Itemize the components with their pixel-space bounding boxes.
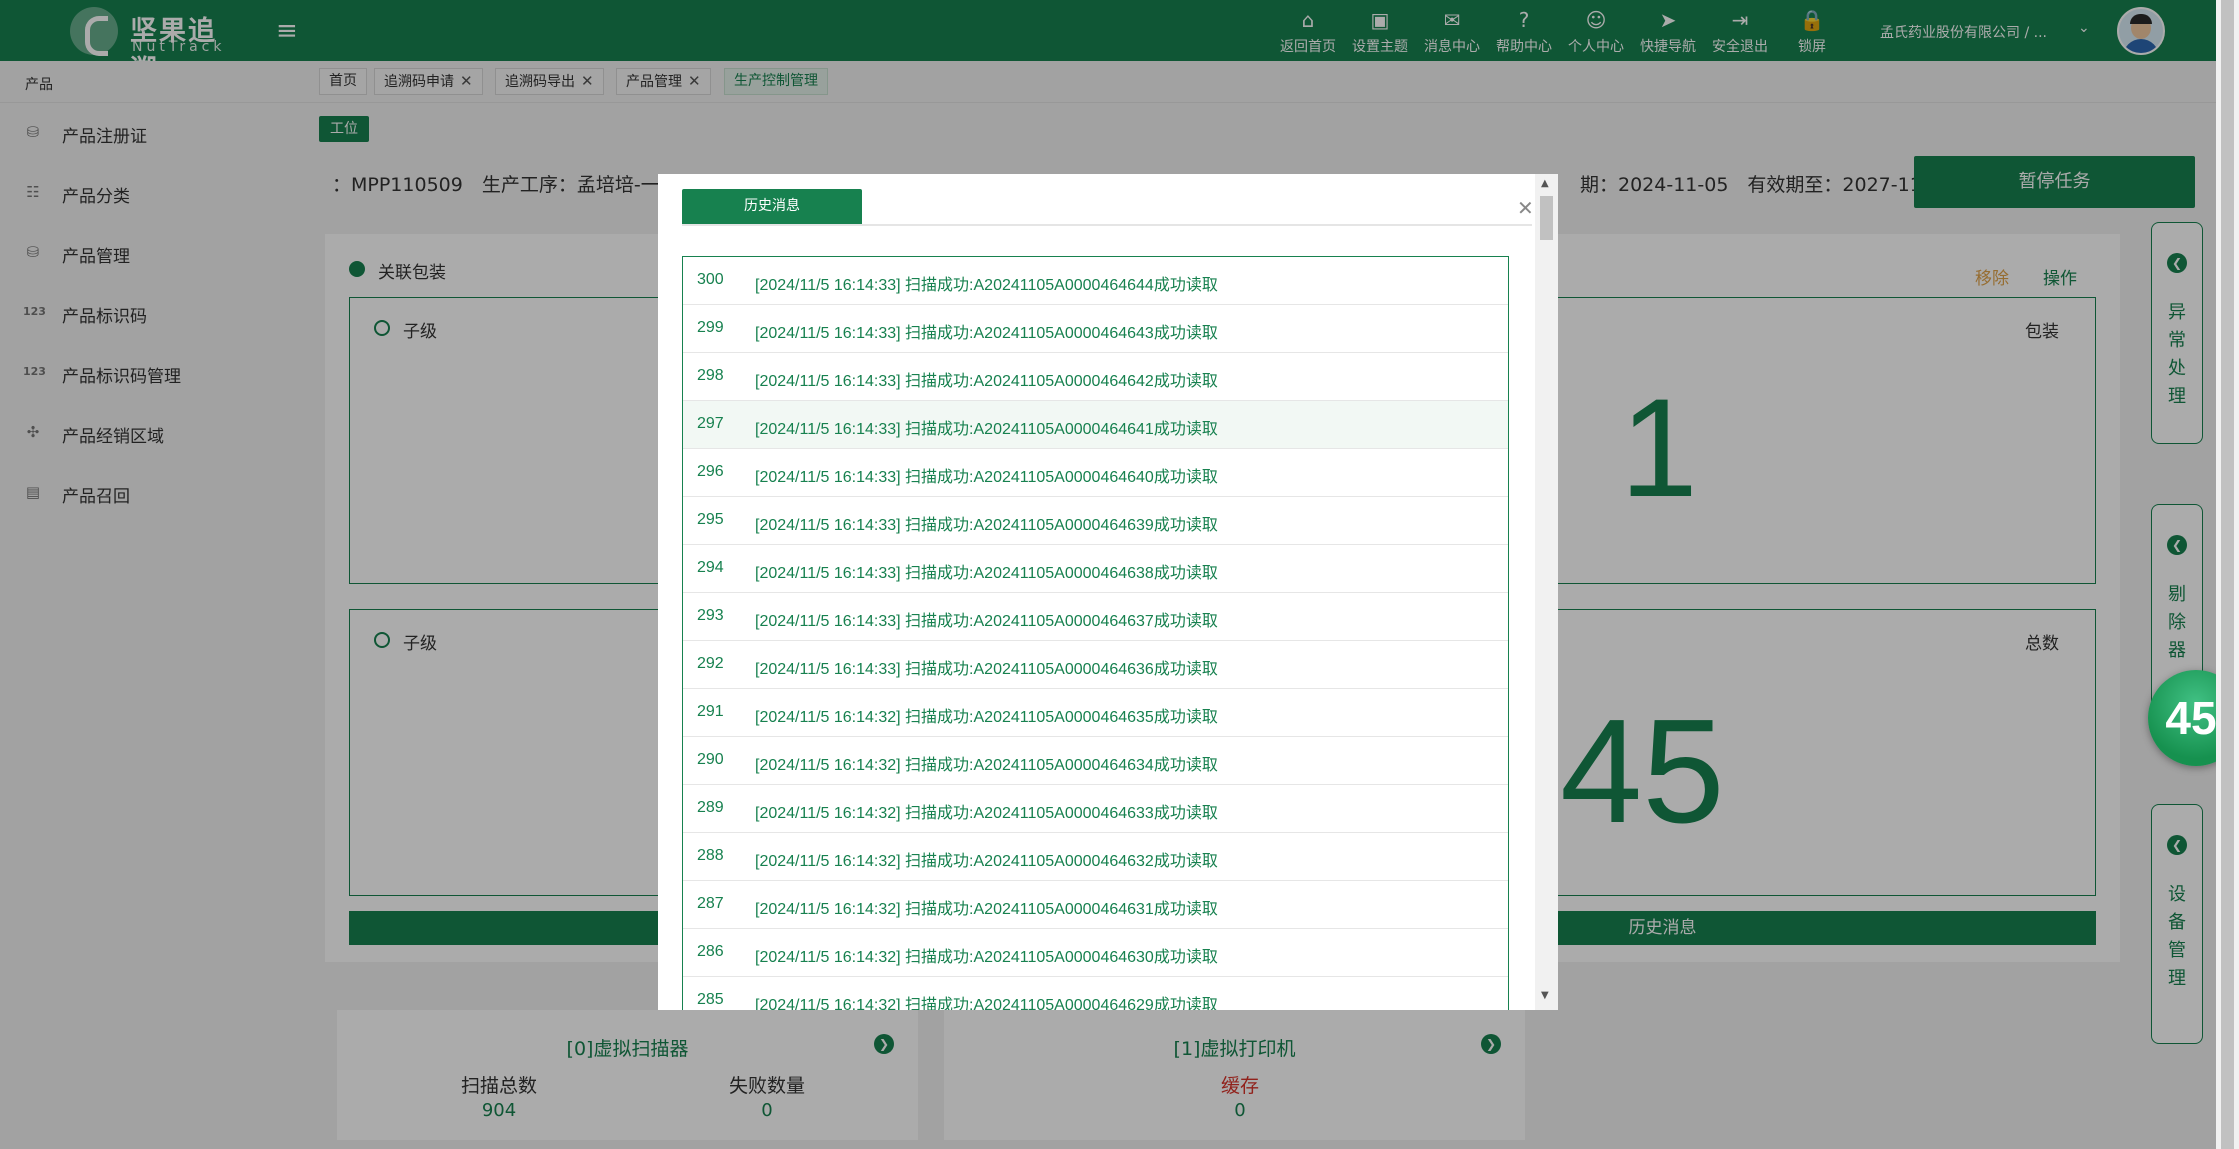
list-item: 298 [2024/11/5 16:14:33] 扫描成功:A20241105A0… [683,353,1508,401]
row-message: [2024/11/5 16:14:32] 扫描成功:A20241105A0000… [755,901,1218,918]
row-message: [2024/11/5 16:14:33] 扫描成功:A20241105A0000… [755,613,1218,630]
tab-history-message[interactable]: 历史消息 [682,189,862,224]
row-number: 298 [697,367,724,384]
scroll-down-icon[interactable]: ▼ [1541,990,1549,1001]
row-number: 291 [697,703,724,720]
list-item: 295 [2024/11/5 16:14:33] 扫描成功:A20241105A0… [683,497,1508,545]
history-message-dialog: 历史消息 ✕ 300 [2024/11/5 16:14:33] 扫描成功:A202… [658,174,1558,1010]
list-item: 293 [2024/11/5 16:14:33] 扫描成功:A20241105A0… [683,593,1508,641]
row-message: [2024/11/5 16:14:33] 扫描成功:A20241105A0000… [755,517,1218,534]
scroll-up-icon[interactable]: ▲ [1541,178,1549,189]
list-item: 292 [2024/11/5 16:14:33] 扫描成功:A20241105A0… [683,641,1508,689]
row-number: 288 [697,847,724,864]
history-message-list: 300 [2024/11/5 16:14:33] 扫描成功:A20241105A0… [682,256,1509,1010]
list-item: 288 [2024/11/5 16:14:32] 扫描成功:A20241105A0… [683,833,1508,881]
row-number: 290 [697,751,724,768]
list-item: 299 [2024/11/5 16:14:33] 扫描成功:A20241105A0… [683,305,1508,353]
list-item: 297 [2024/11/5 16:14:33] 扫描成功:A20241105A0… [683,401,1508,449]
row-message: [2024/11/5 16:14:33] 扫描成功:A20241105A0000… [755,421,1218,438]
row-number: 293 [697,607,724,624]
row-number: 299 [697,319,724,336]
list-item: 287 [2024/11/5 16:14:32] 扫描成功:A20241105A0… [683,881,1508,929]
row-number: 292 [697,655,724,672]
row-message: [2024/11/5 16:14:33] 扫描成功:A20241105A0000… [755,373,1218,390]
row-number: 300 [697,271,724,288]
row-number: 286 [697,943,724,960]
row-message: [2024/11/5 16:14:33] 扫描成功:A20241105A0000… [755,565,1218,582]
list-item: 289 [2024/11/5 16:14:32] 扫描成功:A20241105A0… [683,785,1508,833]
list-item: 296 [2024/11/5 16:14:33] 扫描成功:A20241105A0… [683,449,1508,497]
list-item: 286 [2024/11/5 16:14:32] 扫描成功:A20241105A0… [683,929,1508,977]
dialog-scrollbar[interactable]: ▲ ▼ [1535,174,1558,1010]
list-item: 290 [2024/11/5 16:14:32] 扫描成功:A20241105A0… [683,737,1508,785]
row-message: [2024/11/5 16:14:32] 扫描成功:A20241105A0000… [755,805,1218,822]
row-number: 285 [697,991,724,1008]
list-item: 300 [2024/11/5 16:14:33] 扫描成功:A20241105A0… [683,257,1508,305]
row-message: [2024/11/5 16:14:33] 扫描成功:A20241105A0000… [755,277,1218,294]
list-item: 291 [2024/11/5 16:14:32] 扫描成功:A20241105A0… [683,689,1508,737]
row-number: 289 [697,799,724,816]
row-message: [2024/11/5 16:14:32] 扫描成功:A20241105A0000… [755,853,1218,870]
row-message: [2024/11/5 16:14:33] 扫描成功:A20241105A0000… [755,325,1218,342]
row-message: [2024/11/5 16:14:32] 扫描成功:A20241105A0000… [755,949,1218,966]
row-message: [2024/11/5 16:14:33] 扫描成功:A20241105A0000… [755,469,1218,486]
page-scrollbar[interactable] [2216,0,2239,1149]
page-scrollbar-thumb[interactable] [2221,0,2234,1149]
row-message: [2024/11/5 16:14:32] 扫描成功:A20241105A0000… [755,997,1218,1010]
tab-underline [682,224,1532,226]
row-number: 294 [697,559,724,576]
row-number: 295 [697,511,724,528]
row-message: [2024/11/5 16:14:32] 扫描成功:A20241105A0000… [755,757,1218,774]
row-message: [2024/11/5 16:14:32] 扫描成功:A20241105A0000… [755,709,1218,726]
list-item: 285 [2024/11/5 16:14:32] 扫描成功:A20241105A0… [683,977,1508,1010]
row-number: 297 [697,415,724,432]
list-item: 294 [2024/11/5 16:14:33] 扫描成功:A20241105A0… [683,545,1508,593]
row-message: [2024/11/5 16:14:33] 扫描成功:A20241105A0000… [755,661,1218,678]
row-number: 296 [697,463,724,480]
row-number: 287 [697,895,724,912]
dialog-scrollbar-thumb[interactable] [1540,196,1553,240]
close-icon[interactable]: ✕ [1517,196,1534,220]
